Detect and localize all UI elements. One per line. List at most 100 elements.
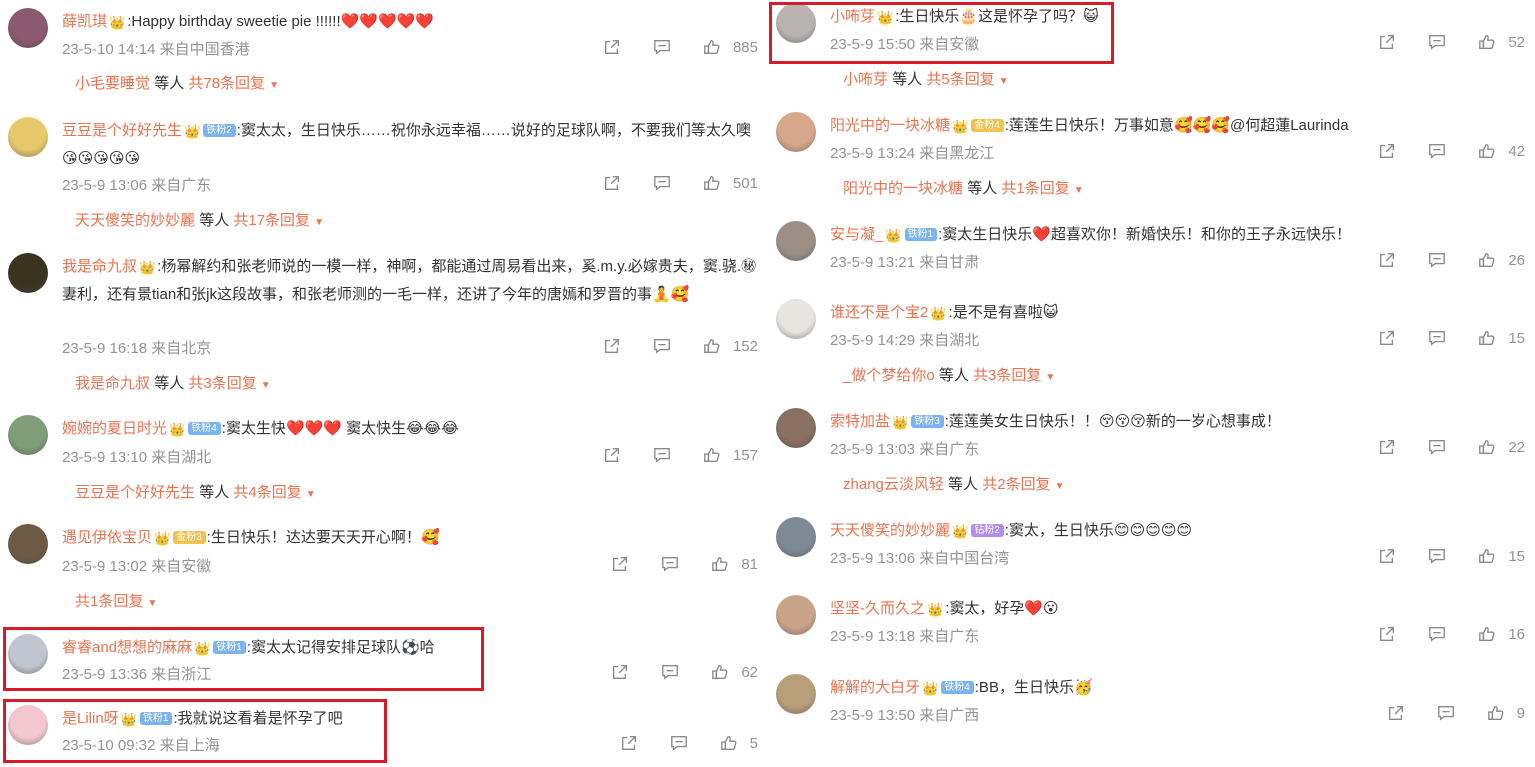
like-icon[interactable] <box>1478 33 1498 51</box>
avatar[interactable] <box>8 415 48 455</box>
like-icon[interactable] <box>1478 142 1498 160</box>
reply-summary[interactable]: 豆豆是个好好先生 等人 共4条回复 ▼ <box>75 481 316 502</box>
avatar[interactable] <box>776 595 816 635</box>
share-icon[interactable] <box>1378 33 1398 51</box>
username-link[interactable]: 我是命九叔 <box>62 258 137 275</box>
share-icon[interactable] <box>1378 142 1398 160</box>
like-icon[interactable] <box>720 734 740 752</box>
reply-summary[interactable]: 阳光中的一块冰糖 等人 共1条回复 ▼ <box>843 177 1084 198</box>
comment-icon[interactable] <box>653 337 673 355</box>
reply-count[interactable]: 共2条回复 <box>982 476 1050 493</box>
username-link[interactable]: 遇见伊依宝贝 <box>62 529 152 546</box>
comment-icon[interactable] <box>1428 251 1448 269</box>
avatar[interactable] <box>8 705 48 745</box>
chevron-down-icon[interactable]: ▼ <box>999 76 1009 87</box>
comment-icon[interactable] <box>1428 547 1448 565</box>
like-icon[interactable] <box>703 337 723 355</box>
username-link[interactable]: 婉婉的夏日时光 <box>62 420 167 437</box>
like-icon[interactable] <box>1487 704 1507 722</box>
share-icon[interactable] <box>611 663 631 681</box>
comment-icon[interactable] <box>1428 625 1448 643</box>
avatar[interactable] <box>776 674 816 714</box>
chevron-down-icon[interactable]: ▼ <box>261 380 271 391</box>
reply-username[interactable]: 我是命九叔 <box>75 375 150 392</box>
avatar[interactable] <box>8 634 48 674</box>
reply-summary[interactable]: 我是命九叔 等人 共3条回复 ▼ <box>75 372 271 393</box>
fan-badge[interactable]: 铁粉1 <box>904 228 938 241</box>
username-link[interactable]: 豆豆是个好好先生 <box>62 122 182 139</box>
fan-badge[interactable]: 铁粉2 <box>203 124 236 137</box>
like-icon[interactable] <box>703 446 723 464</box>
like-icon[interactable] <box>1478 438 1498 456</box>
avatar[interactable] <box>776 517 816 557</box>
reply-count[interactable]: 共3条回复 <box>188 375 256 392</box>
share-icon[interactable] <box>603 174 623 192</box>
username-link[interactable]: 阳光中的一块冰糖 <box>830 117 950 134</box>
chevron-down-icon[interactable]: ▼ <box>306 489 316 500</box>
reply-count[interactable]: 共1条回复 <box>75 593 143 610</box>
comment-icon[interactable] <box>670 734 690 752</box>
like-icon[interactable] <box>703 38 723 56</box>
share-icon[interactable] <box>1378 438 1398 456</box>
share-icon[interactable] <box>1378 251 1398 269</box>
comment-icon[interactable] <box>653 446 673 464</box>
chevron-down-icon[interactable]: ▼ <box>314 217 324 228</box>
comment-icon[interactable] <box>1428 142 1448 160</box>
share-icon[interactable] <box>611 555 631 573</box>
reply-count[interactable]: 共4条回复 <box>233 484 301 501</box>
comment-icon[interactable] <box>1428 329 1448 347</box>
share-icon[interactable] <box>1387 704 1407 722</box>
chevron-down-icon[interactable]: ▼ <box>1055 481 1065 492</box>
reply-username[interactable]: _做个梦给你o <box>843 367 935 384</box>
reply-username[interactable]: 阳光中的一块冰糖 <box>843 180 963 197</box>
comment-icon[interactable] <box>653 174 673 192</box>
reply-summary[interactable]: 共1条回复 ▼ <box>75 590 157 611</box>
reply-summary[interactable]: zhang云淡风轻 等人 共2条回复 ▼ <box>843 473 1064 494</box>
fan-badge[interactable]: 金粉4 <box>971 119 1004 132</box>
like-icon[interactable] <box>711 555 731 573</box>
chevron-down-icon[interactable]: ▼ <box>269 80 279 91</box>
username-link[interactable]: 安与凝_ <box>830 226 883 243</box>
chevron-down-icon[interactable]: ▼ <box>147 598 157 609</box>
chevron-down-icon[interactable]: ▼ <box>1074 185 1084 196</box>
reply-summary[interactable]: 小咘芽 等人 共5条回复 ▼ <box>843 68 1009 89</box>
avatar[interactable] <box>776 221 816 261</box>
avatar[interactable] <box>8 253 48 293</box>
avatar[interactable] <box>776 408 816 448</box>
fan-badge[interactable]: 铁粉4 <box>188 422 221 435</box>
like-icon[interactable] <box>703 174 723 192</box>
username-link[interactable]: 解解的大白牙 <box>830 679 920 696</box>
username-link[interactable]: 坚坚-久而久之 <box>830 600 925 617</box>
reply-count[interactable]: 共3条回复 <box>973 367 1041 384</box>
reply-count[interactable]: 共17条回复 <box>233 212 310 229</box>
fan-badge[interactable]: 铁粉4 <box>941 681 974 694</box>
avatar[interactable] <box>8 524 48 564</box>
reply-summary[interactable]: 天天傻笑的妙妙麗 等人 共17条回复 ▼ <box>75 209 324 230</box>
username-link[interactable]: 索特加盐 <box>830 413 890 430</box>
avatar[interactable] <box>8 117 48 157</box>
avatar[interactable] <box>776 112 816 152</box>
fan-badge[interactable]: 铁粉3 <box>911 415 944 428</box>
reply-username[interactable]: 天天傻笑的妙妙麗 <box>75 212 195 229</box>
reply-count[interactable]: 共1条回复 <box>1001 180 1069 197</box>
share-icon[interactable] <box>603 446 623 464</box>
like-icon[interactable] <box>1478 329 1498 347</box>
reply-username[interactable]: 小毛要睡觉 <box>75 75 150 92</box>
comment-icon[interactable] <box>1428 33 1448 51</box>
avatar[interactable] <box>776 299 816 339</box>
fan-badge[interactable]: 金粉3 <box>173 531 206 544</box>
username-link[interactable]: 小咘芽 <box>830 8 875 25</box>
share-icon[interactable] <box>1378 547 1398 565</box>
reply-username[interactable]: 豆豆是个好好先生 <box>75 484 195 501</box>
reply-count[interactable]: 共78条回复 <box>188 75 265 92</box>
reply-summary[interactable]: 小毛要睡觉 等人 共78条回复 ▼ <box>75 72 279 93</box>
username-link[interactable]: 谁还不是个宝2 <box>830 304 928 321</box>
like-icon[interactable] <box>1478 547 1498 565</box>
comment-icon[interactable] <box>1428 438 1448 456</box>
username-link[interactable]: 是Lilin呀 <box>62 710 119 727</box>
username-link[interactable]: 薛凯琪 <box>62 13 107 30</box>
comment-icon[interactable] <box>1437 704 1457 722</box>
reply-summary[interactable]: _做个梦给你o 等人 共3条回复 ▼ <box>843 364 1055 385</box>
avatar[interactable] <box>8 8 48 48</box>
comment-icon[interactable] <box>661 555 681 573</box>
